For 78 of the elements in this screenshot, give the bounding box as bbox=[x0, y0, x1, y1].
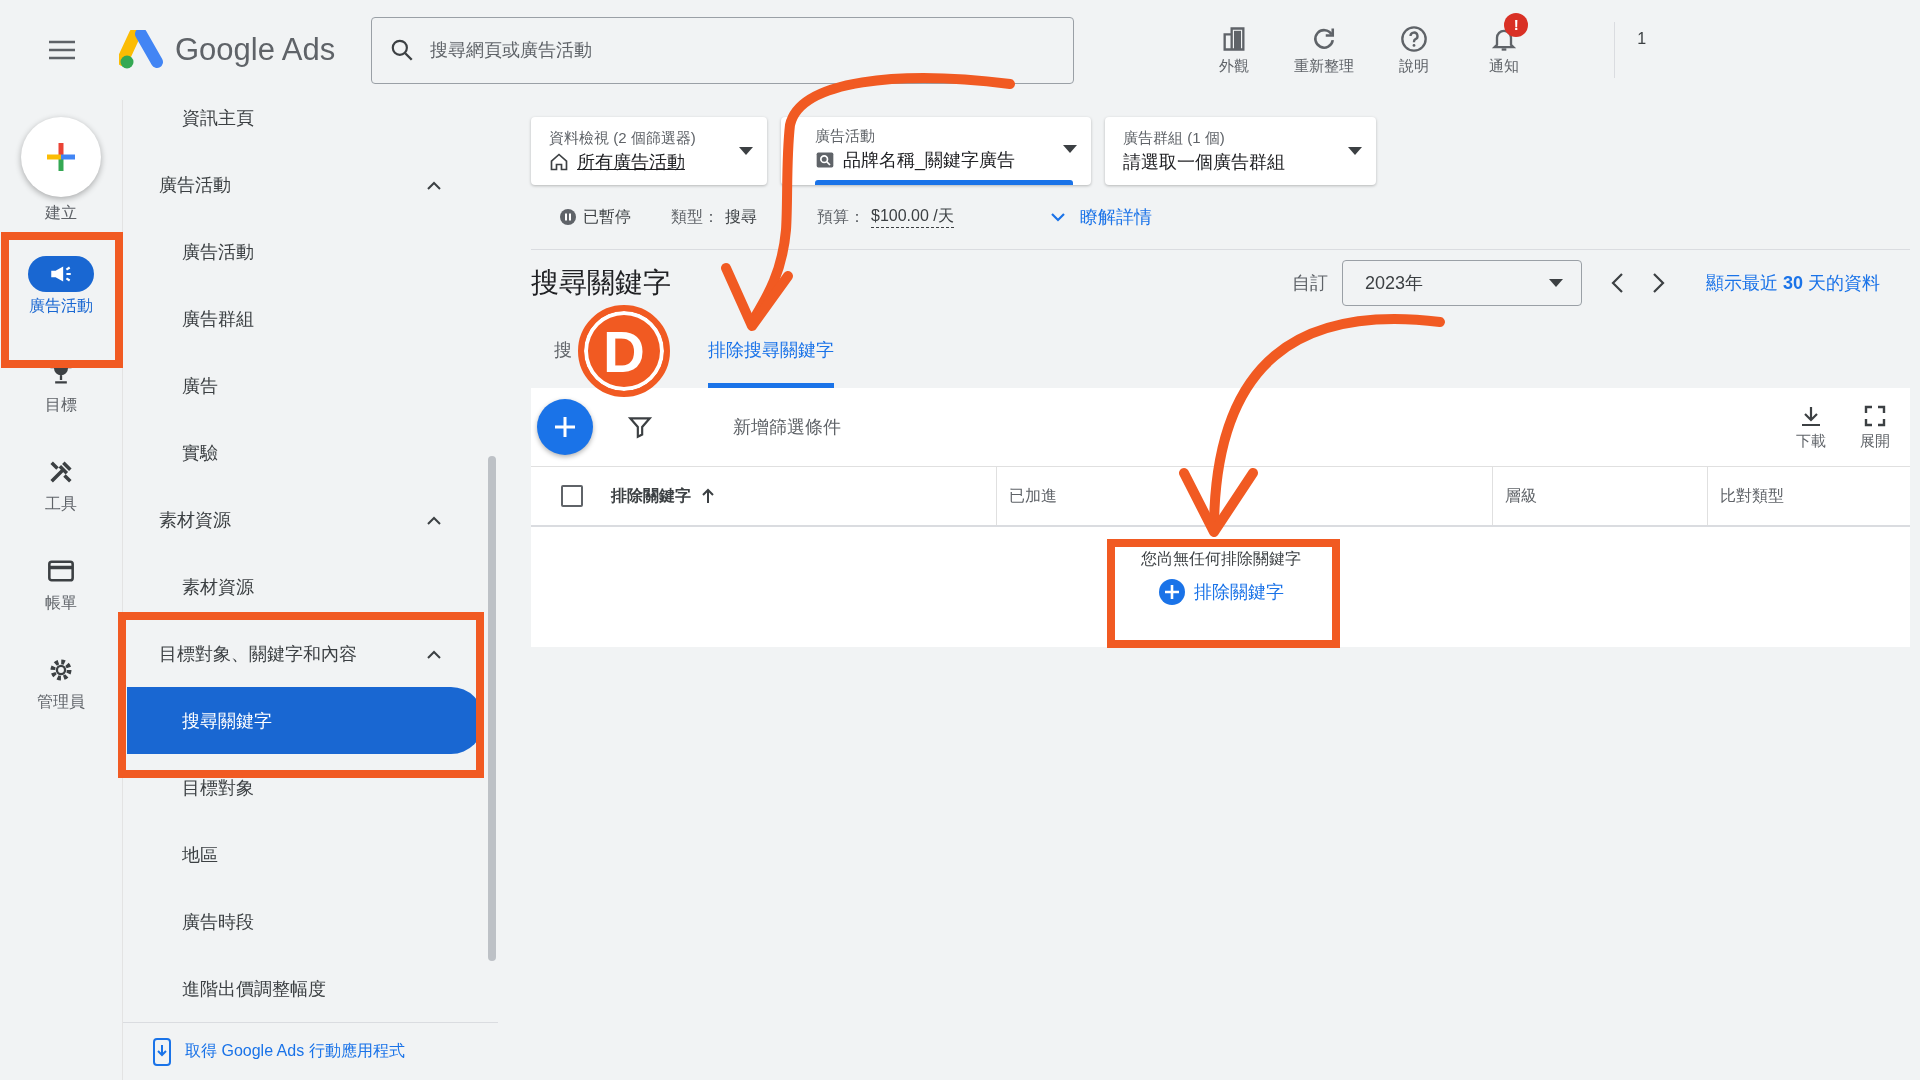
dropdown-icon bbox=[1063, 145, 1077, 153]
help-icon bbox=[1400, 24, 1429, 53]
account-id: 1 bbox=[1637, 30, 1647, 48]
rail-item[interactable]: 帳單 bbox=[11, 547, 111, 620]
date-range-dropdown[interactable]: 2023年 bbox=[1341, 260, 1582, 306]
rail-item[interactable]: 目標 bbox=[11, 349, 111, 422]
logo-icon bbox=[119, 30, 165, 70]
nav-item[interactable]: 資訊主頁 bbox=[123, 84, 484, 151]
nav-item[interactable]: 廣告 bbox=[123, 352, 484, 419]
add-negative-keyword-link[interactable]: 排除關鍵字 bbox=[1157, 578, 1284, 606]
pause-icon bbox=[559, 208, 577, 226]
plus-icon bbox=[552, 414, 578, 440]
column-header[interactable]: 排除關鍵字 bbox=[611, 485, 691, 507]
type-value: 搜尋 bbox=[725, 206, 757, 227]
search-field[interactable]: 搜尋網頁或廣告活動 bbox=[371, 16, 1075, 84]
filter-chip[interactable]: 廣告群組 (1 個) 請選取一個廣告群組 bbox=[1105, 117, 1376, 185]
nav-section[interactable]: 素材資源 bbox=[123, 486, 488, 553]
nav-item[interactable]: 進階出價調整幅度 bbox=[123, 955, 484, 1022]
nav-section[interactable]: 目標對象、關鍵字和內容 bbox=[123, 620, 488, 687]
budget-label: 預算： bbox=[817, 206, 865, 227]
tab[interactable]: 搜 bbox=[554, 316, 572, 388]
chevron-icon bbox=[426, 648, 442, 659]
chevron-icon bbox=[426, 179, 442, 190]
dropdown-icon bbox=[1548, 279, 1563, 287]
scrollbar[interactable] bbox=[488, 456, 496, 961]
filter-icon[interactable] bbox=[627, 414, 653, 440]
recent-data-link[interactable]: 顯示最近 30 天的資料 bbox=[1705, 271, 1880, 295]
rail-item[interactable]: 廣告活動 bbox=[11, 250, 111, 323]
date-range-label: 自訂 bbox=[1291, 272, 1328, 295]
add-filter-label[interactable]: 新增篩選條件 bbox=[733, 415, 841, 439]
toolbar-button[interactable]: 展開 bbox=[1860, 403, 1890, 451]
chevron-icon bbox=[426, 514, 442, 525]
app-download-link[interactable]: 取得 Google Ads 行動應用程式 bbox=[185, 1041, 405, 1062]
previous-icon[interactable] bbox=[1609, 272, 1624, 294]
type-label: 類型： bbox=[671, 206, 719, 227]
nav-item[interactable]: 廣告時段 bbox=[123, 888, 484, 955]
product-name: Google Ads bbox=[175, 32, 336, 68]
nav-item[interactable]: 素材資源 bbox=[123, 553, 484, 620]
step-badge: D bbox=[578, 305, 670, 397]
chevron-down-icon bbox=[1049, 212, 1066, 222]
sort-ascending-icon bbox=[701, 488, 715, 504]
nav-item[interactable]: 目標對象 bbox=[123, 754, 484, 821]
nav-section[interactable]: 廣告活動 bbox=[123, 151, 488, 218]
create-button[interactable] bbox=[21, 117, 101, 197]
notification-badge: ! bbox=[1504, 12, 1529, 37]
add-button[interactable] bbox=[537, 399, 593, 455]
page-title: 搜尋關鍵字 bbox=[531, 266, 672, 300]
toolbar-button[interactable]: ! 通知 bbox=[1474, 10, 1535, 76]
filter-chip[interactable]: 廣告活動 品牌名稱_關鍵字廣告 bbox=[781, 117, 1091, 185]
nav-item[interactable]: 廣告活動 bbox=[123, 218, 484, 285]
rail-item[interactable]: 管理員 bbox=[11, 646, 111, 719]
next-icon[interactable] bbox=[1651, 272, 1666, 294]
home-icon bbox=[549, 151, 569, 172]
create-label: 建立 bbox=[45, 203, 77, 223]
plus-circle-icon bbox=[1157, 578, 1186, 606]
fullscreen-icon bbox=[1863, 403, 1887, 428]
nav-item[interactable]: 地區 bbox=[123, 821, 484, 888]
column-header[interactable]: 已加進 bbox=[1009, 485, 1057, 507]
details-link[interactable]: 瞭解詳情 bbox=[1049, 205, 1152, 229]
column-header[interactable]: 層級 bbox=[1505, 485, 1537, 507]
nav-item[interactable]: 實驗 bbox=[123, 419, 484, 486]
empty-message: 您尚無任何排除關鍵字 bbox=[1140, 549, 1301, 569]
toolbar-button[interactable]: 下載 bbox=[1796, 403, 1826, 451]
nav-item[interactable]: 廣告群組 bbox=[123, 285, 484, 352]
toolbar-button[interactable]: 外觀 bbox=[1204, 10, 1265, 76]
status-text: 已暫停 bbox=[583, 206, 631, 227]
phone-icon bbox=[153, 1037, 171, 1066]
select-all-checkbox[interactable] bbox=[561, 485, 583, 507]
column-header[interactable]: 比對類型 bbox=[1720, 485, 1784, 507]
toolbar-button[interactable]: 說明 bbox=[1384, 10, 1445, 76]
budget-value: $100.00 /天 bbox=[871, 206, 954, 228]
dropdown-icon bbox=[739, 147, 753, 155]
toolbar-button[interactable]: 重新整理 bbox=[1294, 10, 1355, 76]
card-icon bbox=[47, 557, 75, 585]
dropdown-icon bbox=[1348, 147, 1362, 155]
menu-icon[interactable] bbox=[49, 40, 75, 60]
rail-item[interactable]: 工具 bbox=[11, 448, 111, 521]
filter-chip[interactable]: 資料檢視 (2 個篩選器) 所有廣告活動 bbox=[531, 117, 767, 185]
